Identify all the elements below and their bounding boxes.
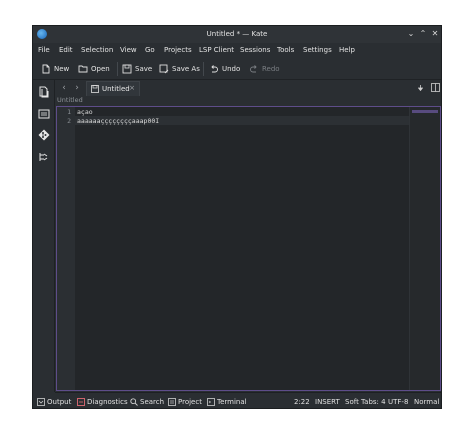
redo-label: Redo <box>262 65 280 73</box>
new-file-icon <box>42 64 50 74</box>
menu-lsp-client[interactable]: LSP Client <box>199 46 234 54</box>
tab-bar: ‹ › Untitled × <box>55 80 441 96</box>
menu-file[interactable]: File <box>38 46 50 54</box>
undo-icon <box>211 65 218 73</box>
project-label: Project <box>178 398 202 406</box>
save-as-label: Save As <box>172 65 200 73</box>
redo-icon <box>250 65 257 73</box>
menu-help[interactable]: Help <box>339 46 355 54</box>
maximize-window-button[interactable]: ⌃ <box>418 29 428 39</box>
save-icon <box>122 64 132 74</box>
search-label: Search <box>140 398 165 406</box>
save-as-button[interactable]: Save As <box>159 63 200 75</box>
open-folder-icon <box>78 65 88 73</box>
editor-area[interactable]: 1 2 açao aaaaaaççççççççaaap00I <box>56 106 441 391</box>
new-label: New <box>54 65 70 73</box>
menu-sessions[interactable]: Sessions <box>240 46 270 54</box>
menu-selection[interactable]: Selection <box>81 46 113 54</box>
line-number: 1 <box>67 108 71 116</box>
open-label: Open <box>91 65 110 73</box>
search-icon <box>130 398 138 406</box>
terminal-icon <box>207 398 215 406</box>
undo-button[interactable]: Undo <box>209 63 240 75</box>
output-label: Output <box>47 398 72 406</box>
breadcrumb[interactable]: Untitled <box>55 96 441 106</box>
symbols-icon[interactable] <box>38 151 50 163</box>
projects-icon[interactable] <box>38 108 50 120</box>
diagnostics-label: Diagnostics <box>87 398 128 406</box>
line-number-gutter: 1 2 <box>57 107 75 390</box>
minimap-viewport[interactable] <box>412 110 438 113</box>
output-button[interactable]: Output <box>37 397 71 407</box>
go-back-button[interactable]: ‹ <box>59 82 69 94</box>
menu-settings[interactable]: Settings <box>303 46 332 54</box>
toolbar-separator <box>203 62 204 76</box>
save-label: Save <box>135 65 153 73</box>
menu-view[interactable]: View <box>120 46 137 54</box>
undo-label: Undo <box>222 65 241 73</box>
left-sidebar <box>33 80 55 392</box>
split-view-icon[interactable] <box>431 83 440 92</box>
save-button[interactable]: Save <box>122 63 152 75</box>
status-bar: Output Diagnostics Search Project Termin… <box>33 393 441 408</box>
kate-window: Untitled * — Kate ⌄ ⌃ ✕ File Edit Select… <box>32 25 442 409</box>
shade-window-button[interactable]: ⌄ <box>406 29 416 39</box>
project-button[interactable]: Project <box>168 397 202 407</box>
output-icon <box>37 398 45 406</box>
menu-bar: File Edit Selection View Go Projects LSP… <box>33 43 441 57</box>
diagnostics-button[interactable]: Diagnostics <box>77 397 128 407</box>
minimap[interactable] <box>409 107 440 390</box>
save-as-icon <box>159 64 169 74</box>
line-number: 2 <box>67 117 71 125</box>
close-window-button[interactable]: ✕ <box>430 29 440 39</box>
terminal-button[interactable]: Terminal <box>207 397 247 407</box>
terminal-label: Terminal <box>217 398 247 406</box>
menu-go[interactable]: Go <box>145 46 155 54</box>
git-icon[interactable] <box>38 129 50 141</box>
menu-projects[interactable]: Projects <box>164 46 192 54</box>
window-title: Untitled * — Kate <box>206 30 268 38</box>
encoding-setting[interactable]: UTF-8 <box>388 397 408 407</box>
main-toolbar: New Open Save Save As Undo Redo <box>33 59 441 79</box>
code-line[interactable]: açao <box>77 108 93 116</box>
menu-edit[interactable]: Edit <box>59 46 73 54</box>
redo-button[interactable]: Redo <box>249 63 280 75</box>
tabs-dropdown-icon[interactable] <box>418 85 423 91</box>
indentation-setting[interactable]: Soft Tabs: 4 <box>345 397 386 407</box>
edit-mode[interactable]: INSERT <box>315 397 340 407</box>
toolbar-separator <box>117 62 118 76</box>
title-bar[interactable]: Untitled * — Kate ⌄ ⌃ ✕ <box>33 26 441 43</box>
documents-icon[interactable] <box>38 86 50 98</box>
new-button[interactable]: New <box>41 63 69 75</box>
search-button[interactable]: Search <box>130 397 164 407</box>
file-tab-icon <box>91 85 99 93</box>
open-button[interactable]: Open <box>78 63 110 75</box>
input-mode[interactable]: Normal <box>414 397 439 407</box>
project-icon <box>168 398 176 406</box>
tab-close-button[interactable]: × <box>129 84 135 92</box>
tab-untitled[interactable]: Untitled × <box>86 81 140 96</box>
cursor-position[interactable]: 2:22 <box>294 397 310 407</box>
diagnostics-icon <box>77 398 85 406</box>
go-forward-button[interactable]: › <box>72 82 82 94</box>
menu-tools[interactable]: Tools <box>277 46 294 54</box>
code-line[interactable]: aaaaaaççççççççaaap00I <box>77 117 159 125</box>
tab-label: Untitled <box>102 85 130 93</box>
